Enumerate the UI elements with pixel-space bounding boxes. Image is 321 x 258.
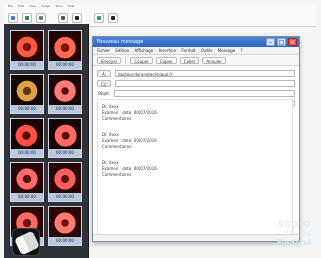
thumbnail-caption: 00:00:00: [49, 61, 81, 69]
settings-icon[interactable]: [72, 13, 82, 23]
menu-format[interactable]: Format: [181, 48, 195, 53]
send-button[interactable]: Envoyer: [97, 56, 122, 64]
thumbnail-2[interactable]: 00:00:00: [48, 30, 82, 70]
thumbnail-panel: 00:00:00 00:00:00 00:00:00 00:00:00 00:0…: [4, 24, 89, 258]
thumbnail-1[interactable]: 00:00:00: [10, 30, 44, 70]
undo-button[interactable]: Annuler: [202, 56, 226, 64]
thumbnail-caption: 00:00:00: [49, 105, 81, 113]
app-menu-edit[interactable]: Edit: [18, 4, 24, 8]
menu-insert[interactable]: Insertion: [159, 48, 177, 53]
thumbnail-caption: 00:00:00: [11, 149, 43, 157]
tools-icon[interactable]: [108, 13, 118, 23]
app-menu-image[interactable]: Image: [41, 4, 50, 8]
to-row: À: docteur.durand@clinique.fr: [97, 70, 295, 77]
endoscopy-image: [49, 75, 81, 107]
message-line: Commentaires:: [102, 144, 133, 149]
brand-line-1: sopro: [278, 217, 311, 230]
copy-button[interactable]: Copier: [155, 56, 177, 64]
thumbnail-caption: 00:00:00: [11, 193, 43, 201]
thumbnail-caption: 00:00:00: [49, 193, 81, 201]
subject-row: Objet:: [97, 90, 295, 97]
message-line: Commentaires:: [102, 116, 133, 121]
to-button[interactable]: À:: [97, 70, 111, 77]
thumbnail-caption: 00:00:00: [11, 105, 43, 113]
endoscopy-image: [49, 163, 81, 195]
paste-button[interactable]: Coller: [179, 56, 200, 64]
message-block: Dr. Xxxx Examen : date: 00/07/2016 Comme…: [102, 132, 288, 150]
export-icon[interactable]: [94, 13, 104, 23]
endoscopy-image: [11, 31, 43, 63]
brand-line-3: Medical: [276, 238, 311, 247]
maximize-button[interactable]: □: [277, 38, 286, 46]
window-title: Nouveau message: [97, 39, 144, 45]
report-icon[interactable]: [36, 13, 46, 23]
endoscopy-image: [49, 207, 81, 239]
app-menubar: File Edit View Image Tools Help: [8, 4, 78, 9]
thumbnail-8[interactable]: 00:00:00: [48, 162, 82, 202]
print-icon[interactable]: [58, 13, 68, 23]
brand-line-2: imaging: [286, 230, 311, 237]
close-button[interactable]: ×: [288, 38, 297, 46]
capture-icon[interactable]: [8, 13, 18, 23]
window-controls: – □ ×: [266, 38, 297, 46]
thumbnail-caption: 00:00:00: [11, 61, 43, 69]
menu-file[interactable]: Fichier: [97, 48, 110, 53]
thumbnail-10[interactable]: 00:00:00: [48, 206, 82, 246]
cc-button[interactable]: Cc:: [97, 80, 111, 87]
app-menu-help[interactable]: Help: [68, 4, 75, 8]
message-block: Dr. Xxxx Examen : date: 00/07/2016 Comme…: [102, 160, 288, 178]
message-window: Nouveau message – □ × Fichier Edition Af…: [92, 36, 300, 242]
app-logo: [12, 228, 40, 256]
menu-view[interactable]: Affichage: [134, 48, 153, 53]
endoscopy-image: [11, 119, 43, 151]
thumbnail-6[interactable]: 00:00:00: [48, 118, 82, 158]
window-menubar: Fichier Edition Affichage Insertion Form…: [93, 47, 299, 55]
menu-message[interactable]: Message: [218, 48, 236, 53]
cc-row: Cc:: [97, 80, 295, 87]
close-icon: ×: [289, 39, 296, 46]
save-icon[interactable]: [22, 13, 32, 23]
minimize-button[interactable]: –: [266, 38, 275, 46]
app-menu-view[interactable]: View: [29, 4, 36, 8]
logo-mark-icon: [14, 230, 40, 256]
thumbnail-4[interactable]: 00:00:00: [48, 74, 82, 114]
app-menu-tools[interactable]: Tools: [55, 4, 62, 8]
toolbar-separator: [125, 56, 127, 64]
menu-tools[interactable]: Outils: [201, 48, 213, 53]
thumbnail-3[interactable]: 00:00:00: [10, 74, 44, 114]
minimize-icon: –: [269, 39, 272, 46]
cut-button[interactable]: Couper: [130, 56, 153, 64]
message-line: Commentaires:: [102, 172, 133, 177]
brand-watermark: sopro imaging Medical: [247, 218, 311, 248]
menu-edit[interactable]: Edition: [115, 48, 129, 53]
window-titlebar[interactable]: Nouveau message – □ ×: [93, 37, 299, 47]
endoscopy-image: [11, 75, 43, 107]
app-toolbar: [8, 12, 118, 24]
subject-label: Objet:: [98, 91, 111, 96]
maximize-icon: □: [278, 39, 285, 46]
cc-field[interactable]: [115, 80, 295, 87]
endoscopy-image: [11, 163, 43, 195]
to-field[interactable]: docteur.durand@clinique.fr: [115, 70, 295, 77]
endoscopy-image: [49, 119, 81, 151]
app-menu-file[interactable]: File: [8, 4, 13, 8]
desktop-screen: File Edit View Image Tools Help 00:00:00…: [0, 0, 321, 258]
thumbnail-caption: 00:00:00: [49, 149, 81, 157]
endoscopy-image: [49, 31, 81, 63]
menu-help[interactable]: ?: [240, 48, 242, 53]
message-block: Dr. Xxxx Examen : date: 00/07/2016 Comme…: [102, 104, 288, 122]
thumbnail-caption: 00:00:00: [49, 237, 81, 245]
message-body[interactable]: Dr. Xxxx Examen : date: 00/07/2016 Comme…: [97, 99, 293, 235]
window-toolbar: Envoyer Couper Copier Coller Annuler: [93, 55, 299, 66]
subject-field[interactable]: [114, 90, 295, 97]
thumbnail-7[interactable]: 00:00:00: [10, 162, 44, 202]
thumbnail-5[interactable]: 00:00:00: [10, 118, 44, 158]
